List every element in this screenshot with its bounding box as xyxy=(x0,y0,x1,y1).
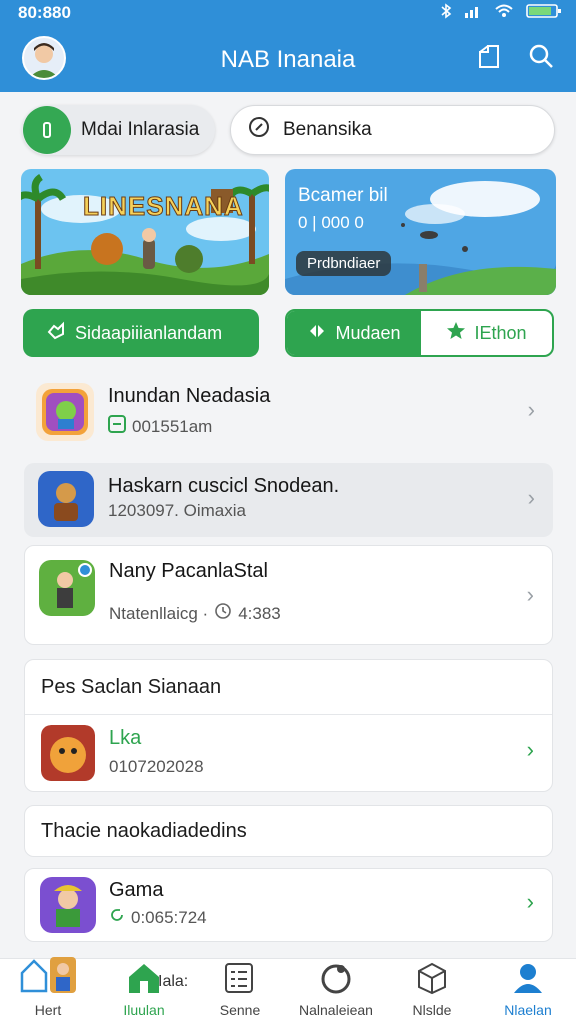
game-icon xyxy=(41,725,95,781)
item-title: Haskarn cuscicl Snodean. xyxy=(108,475,340,497)
item-title: Nany PacanlaStal xyxy=(109,560,268,582)
star-icon xyxy=(446,321,466,346)
nav-item-profile[interactable]: Nlaelan xyxy=(480,959,576,1024)
status-time: 80:880 xyxy=(18,3,71,22)
segment-1-label: Mudaen xyxy=(335,322,401,343)
chevron-right-icon: › xyxy=(526,582,534,607)
library-icon xyxy=(127,961,161,998)
ring-icon xyxy=(319,961,353,998)
nav-item-library[interactable]: Iala: Iluulan xyxy=(96,959,192,1024)
search-icon xyxy=(527,42,555,75)
nav-item-notifications[interactable]: Nalnaleiean xyxy=(288,959,384,1024)
timer-icon xyxy=(247,115,271,145)
list-item[interactable]: Gama 0:065:724 › xyxy=(24,868,553,942)
search-button[interactable] xyxy=(525,42,557,74)
section-panel: Thacie naokadiadedins xyxy=(24,805,553,857)
item-subtitle-text: 001551am xyxy=(132,416,213,436)
nav-label: Senne xyxy=(219,1002,261,1018)
list-item[interactable]: Haskarn cuscicl Snodean. 1203097. Oimaxi… xyxy=(24,463,553,537)
profile-icon xyxy=(511,961,545,998)
chevron-right-icon: › xyxy=(527,485,535,510)
item-title: Gama xyxy=(109,879,164,901)
list-item[interactable]: Lka 0107202028 › xyxy=(25,715,552,792)
primary-action-button[interactable]: Sidaapiiianlandam xyxy=(23,309,259,357)
leaf-icon xyxy=(307,321,327,346)
toggle-left[interactable]: Mdai Inlarasia xyxy=(22,105,215,155)
toggle-right-label: Benansika xyxy=(283,119,372,140)
status-icons xyxy=(440,2,562,24)
nav-label: Nlslde xyxy=(412,1002,452,1018)
chevron-right-icon: › xyxy=(526,889,534,914)
item-subtitle-text: Ntatenllaicg · xyxy=(109,603,209,623)
nav-item-store[interactable]: Nlslde xyxy=(384,959,480,1024)
segment-2[interactable]: IEthon xyxy=(421,311,552,355)
status-bar: 80:880 xyxy=(0,0,576,26)
bottom-nav: Hert Iala: Iluulan Senne Nalnaleiean Nls… xyxy=(0,957,576,1024)
item-time: 4:383 xyxy=(238,603,281,623)
battery-icon xyxy=(526,3,562,24)
game-icon xyxy=(39,560,95,616)
section-panel: Pes Saclan Sianaan Lka 0107202028 › xyxy=(24,659,553,792)
featured-banner-right[interactable]: Bcamer bil 0 | 000 0 Prdbndiaer xyxy=(285,169,556,295)
game-icon xyxy=(36,383,94,441)
list-item[interactable]: Nany PacanlaStal Ntatenllaicg · 4:383 › xyxy=(24,545,553,645)
game-icon xyxy=(38,471,94,527)
banner-left-title: LINESNANA xyxy=(83,191,244,222)
bookmark-button[interactable] xyxy=(473,42,505,74)
item-subtitle-text: 0:065:724 xyxy=(131,907,207,927)
home-icon xyxy=(18,955,78,998)
segmented-control: Mudaen IEthon xyxy=(285,309,554,357)
app-bar: NAB Inanaia xyxy=(0,26,576,92)
nav-label: Iluulan xyxy=(123,1002,165,1018)
signal-icon xyxy=(464,4,482,23)
bookmark-icon xyxy=(476,42,502,75)
chevron-right-icon: › xyxy=(526,737,534,762)
item-title: Lka xyxy=(109,727,142,749)
toggle-right[interactable]: Benansika xyxy=(230,105,555,155)
hand-icon xyxy=(45,320,67,347)
nav-label: Nalnaleiean xyxy=(299,1002,373,1018)
chevron-right-icon: › xyxy=(527,397,535,422)
banner-right-subtitle: 0 | 000 0 xyxy=(298,213,364,232)
banner-right-title: Bcamer bil xyxy=(298,185,388,206)
banner-left-artwork xyxy=(21,169,269,295)
badge-icon xyxy=(108,415,126,438)
toggle-left-label: Mdai Inlarasia xyxy=(81,119,200,140)
checklist-icon xyxy=(223,961,257,998)
item-title: Inundan Neadasia xyxy=(108,385,271,407)
item-subtitle-text: 1203097. Oimaxia xyxy=(108,501,246,520)
section-header: Pes Saclan Sianaan xyxy=(25,660,552,715)
segment-1[interactable]: Mudaen xyxy=(287,311,421,355)
segment-2-label: IEthon xyxy=(474,322,527,343)
refresh-icon xyxy=(109,907,125,928)
nav-label: Hert xyxy=(34,1002,62,1018)
primary-action-label: Sidaapiiianlandam xyxy=(75,322,223,343)
item-subtitle: 001551am xyxy=(108,415,212,438)
banner-right-chip[interactable]: Prdbndiaer xyxy=(296,251,392,276)
clock-icon xyxy=(214,602,232,625)
nav-badge: Iala: xyxy=(158,973,189,990)
item-subtitle: 0:065:724 xyxy=(109,907,207,928)
item-subtitle: 1203097. Oimaxia xyxy=(108,501,246,521)
item-subtitle: 0107202028 xyxy=(109,757,204,776)
game-icon xyxy=(40,877,96,933)
section-header: Thacie naokadiadedins xyxy=(41,819,247,842)
item-subtitle: Ntatenllaicg · 4:383 xyxy=(109,602,281,625)
nav-item-home[interactable]: Hert xyxy=(0,957,96,1024)
power-icon xyxy=(23,106,71,154)
nav-item-search[interactable]: Senne xyxy=(192,959,288,1024)
nav-label: Nlaelan xyxy=(504,1002,552,1018)
bluetooth-icon xyxy=(440,2,452,24)
list-item[interactable]: Inundan Neadasia 001551am › xyxy=(24,373,553,449)
featured-banner-left[interactable]: LINESNANA xyxy=(21,169,269,295)
box-icon xyxy=(415,961,449,998)
wifi-icon xyxy=(494,4,514,23)
